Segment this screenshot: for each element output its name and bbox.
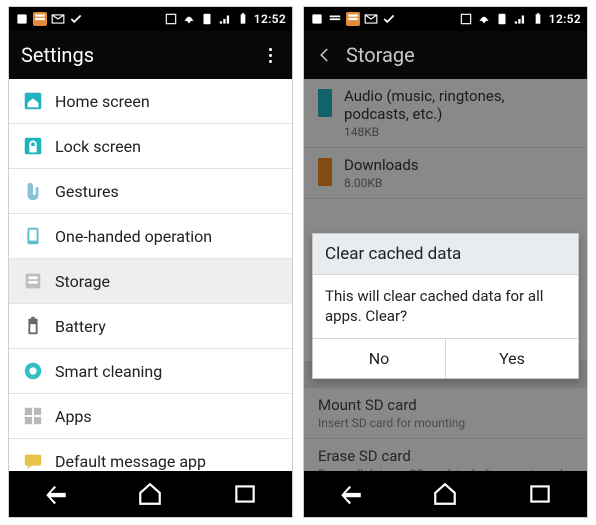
check-icon	[69, 12, 83, 26]
notification-icon	[33, 12, 47, 26]
message-icon	[21, 449, 45, 471]
settings-item-apps[interactable]: Apps	[9, 394, 292, 439]
nfc-icon	[459, 12, 473, 26]
lock-icon	[21, 134, 45, 158]
signal-icon	[218, 12, 232, 26]
avatar-icon	[310, 12, 324, 26]
dialog-actions: No Yes	[313, 338, 578, 378]
app-bar-storage: Storage	[304, 31, 587, 79]
settings-item-onehand[interactable]: One-handed operation	[9, 214, 292, 259]
dialog-no-button[interactable]: No	[313, 339, 445, 378]
settings-item-gesture[interactable]: Gestures	[9, 169, 292, 214]
clear-cache-dialog: Clear cached data This will clear cached…	[312, 233, 579, 379]
settings-item-storage[interactable]: Storage	[9, 259, 292, 304]
battery-icon	[236, 12, 250, 26]
settings-item-label: Storage	[55, 272, 280, 291]
overflow-menu-button[interactable]	[260, 39, 280, 71]
settings-item-label: One-handed operation	[55, 227, 280, 246]
sim-icon	[200, 12, 214, 26]
signal-icon	[513, 12, 527, 26]
home-button[interactable]	[425, 479, 465, 509]
recent-button[interactable]	[225, 479, 265, 509]
apps-icon	[21, 404, 45, 428]
dialog-title: Clear cached data	[313, 234, 578, 275]
settings-item-lock[interactable]: Lock screen	[9, 124, 292, 169]
nfc-icon	[164, 12, 178, 26]
nav-bar	[9, 471, 292, 517]
storage-body: Audio (music, ringtones, podcasts, etc.)…	[304, 79, 587, 471]
recent-button[interactable]	[520, 479, 560, 509]
battery-icon	[531, 12, 545, 26]
settings-item-label: Smart cleaning	[55, 362, 280, 381]
gesture-icon	[21, 179, 45, 203]
status-clock: 12:52	[549, 12, 581, 26]
settings-item-clean[interactable]: Smart cleaning	[9, 349, 292, 394]
settings-item-label: Battery	[55, 317, 280, 336]
sim-icon	[495, 12, 509, 26]
status-bar: 12:52	[304, 7, 587, 31]
settings-item-home[interactable]: Home screen	[9, 79, 292, 124]
nav-bar	[304, 471, 587, 517]
back-button[interactable]	[36, 479, 76, 509]
dialog-yes-button[interactable]: Yes	[445, 339, 578, 378]
settings-item-label: Apps	[55, 407, 280, 426]
settings-item-label: Gestures	[55, 182, 280, 201]
phone-settings: 12:52 Settings Home screen Lock screen Ges…	[8, 6, 293, 518]
stack-icon	[328, 12, 342, 26]
phone-storage: 12:52 Storage Audio (music, ringtones, p…	[303, 6, 588, 518]
back-chevron-icon[interactable]	[316, 46, 340, 64]
check-icon	[382, 12, 396, 26]
settings-item-battery[interactable]: Battery	[9, 304, 292, 349]
home-icon	[21, 89, 45, 113]
settings-item-label: Default message app	[55, 452, 280, 471]
status-bar: 12:52	[9, 7, 292, 31]
settings-item-message[interactable]: Default message app	[9, 439, 292, 471]
status-clock: 12:52	[254, 12, 286, 26]
wifi-icon	[477, 12, 491, 26]
page-title: Storage	[346, 43, 575, 67]
page-title: Settings	[21, 43, 260, 67]
avatar-icon	[15, 12, 29, 26]
onehand-icon	[21, 224, 45, 248]
mail-icon	[364, 12, 378, 26]
notification-icon	[346, 12, 360, 26]
settings-item-label: Home screen	[55, 92, 280, 111]
clean-icon	[21, 359, 45, 383]
back-button[interactable]	[331, 479, 371, 509]
storage-icon	[21, 269, 45, 293]
app-bar-settings: Settings	[9, 31, 292, 79]
settings-item-label: Lock screen	[55, 137, 280, 156]
home-button[interactable]	[130, 479, 170, 509]
battery-icon	[21, 314, 45, 338]
dialog-body: This will clear cached data for all apps…	[313, 275, 578, 338]
settings-list: Home screen Lock screen Gestures One-handed…	[9, 79, 292, 471]
mail-icon	[51, 12, 65, 26]
wifi-icon	[182, 12, 196, 26]
